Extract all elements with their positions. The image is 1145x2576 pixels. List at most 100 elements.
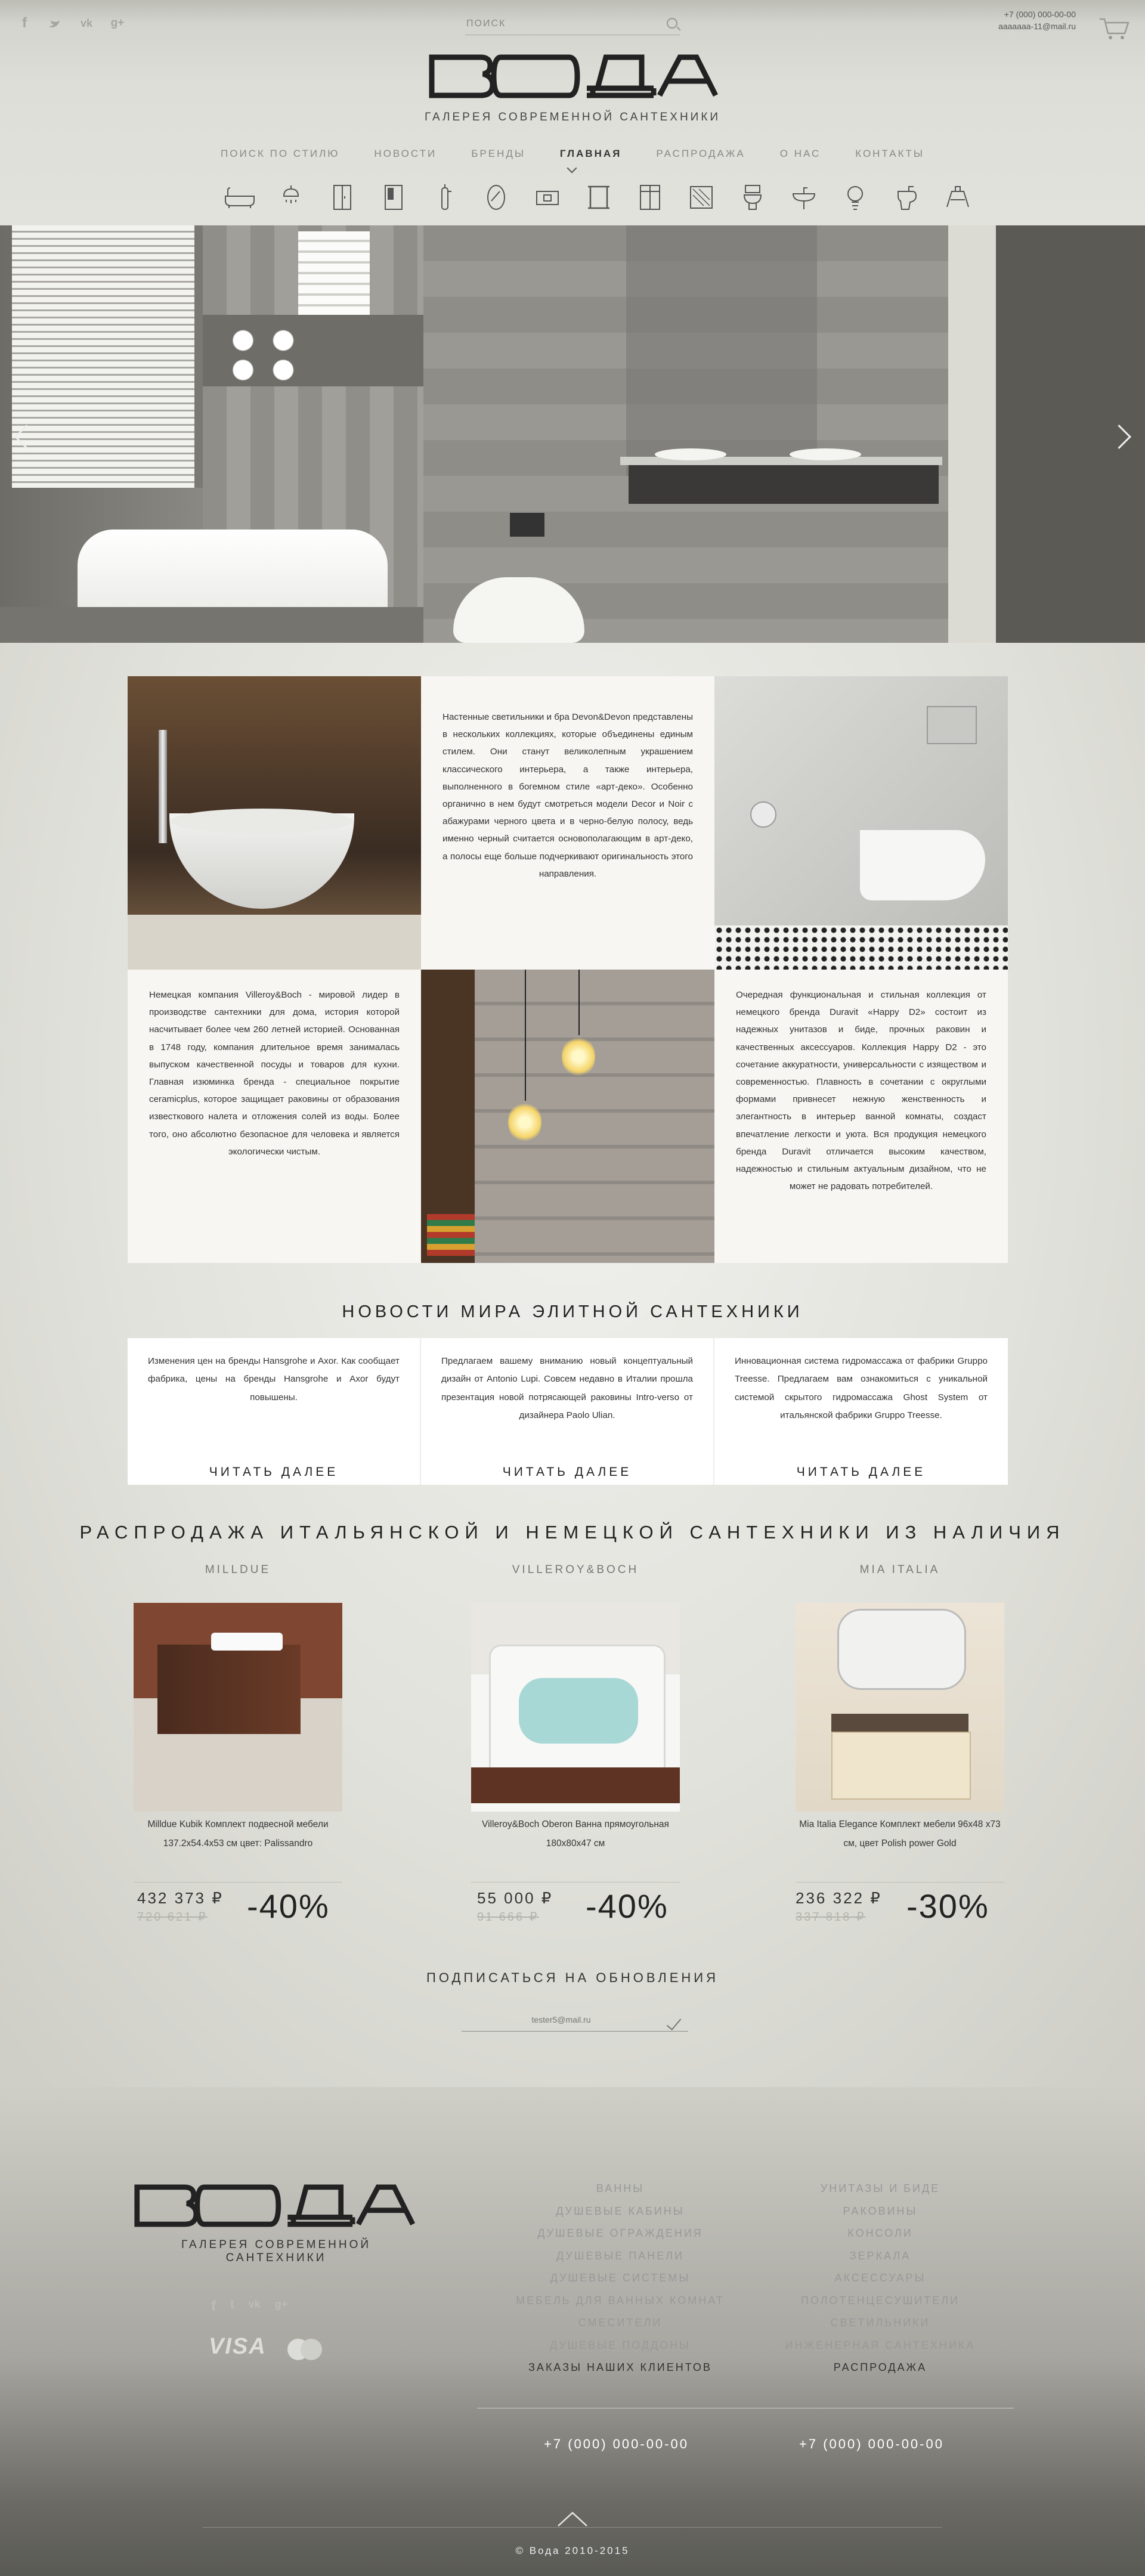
- shower-cabin-icon[interactable]: [323, 181, 361, 213]
- site-tagline: ГАЛЕРЕЯ СОВРЕМЕННОЙ САНТЕХНИКИ: [424, 111, 721, 123]
- footer-link[interactable]: ИНЖЕНЕРНАЯ САНТЕХНИКА: [761, 2334, 999, 2357]
- copyright: © Вода 2010-2015: [515, 2545, 630, 2556]
- hero-shower-glass: [626, 225, 817, 476]
- hero-slider[interactable]: [0, 225, 1145, 643]
- product-card[interactable]: Mia Italia Elegance Комплект мебели 96x4…: [796, 1603, 1004, 1853]
- footer-link[interactable]: ДУШЕВЫЕ ПАНЕЛИ: [501, 2245, 739, 2268]
- product-name[interactable]: Mia Italia Elegance Комплект мебели 96x4…: [796, 1815, 1004, 1853]
- mastercard-icon: [287, 2339, 322, 2360]
- twitter-icon[interactable]: [48, 16, 63, 31]
- footer-link[interactable]: ДУШЕВЫЕ ОГРАЖДЕНИЯ: [501, 2222, 739, 2245]
- footer-link[interactable]: РАКОВИНЫ: [761, 2200, 999, 2223]
- shower-tray-icon[interactable]: [682, 181, 720, 213]
- intro-text-duravit: Очередная функциональная и стильная колл…: [714, 970, 1008, 1263]
- lamp-icon[interactable]: [836, 181, 874, 213]
- footer-logo[interactable]: [132, 2182, 415, 2229]
- read-more-link[interactable]: ЧИТАТЬ ДАЛЕЕ: [128, 1463, 420, 1481]
- footer-link[interactable]: МЕБЕЛЬ ДЛЯ ВАННЫХ КОМНАТ: [501, 2290, 739, 2312]
- product-card[interactable]: Villeroy&Boch Oberon Ванна прямоугольная…: [471, 1603, 680, 1853]
- bath-screen-icon[interactable]: [580, 181, 618, 213]
- product-card[interactable]: Milldue Kubik Комплект подвесной мебели …: [134, 1603, 342, 1853]
- category-icons: [221, 181, 977, 213]
- twitter-icon[interactable]: t: [230, 2298, 234, 2315]
- news-item: Изменения цен на бренды Hansgrohe и Axor…: [128, 1338, 421, 1485]
- product-discount: -30%: [906, 1887, 989, 1925]
- tap-icon[interactable]: [426, 181, 464, 213]
- hero-window-blinds: [12, 225, 203, 488]
- read-more-link[interactable]: ЧИТАТЬ ДАЛЕЕ: [714, 1463, 1008, 1481]
- nav-about[interactable]: О НАС: [780, 148, 821, 160]
- intro-photo-toilet: [714, 676, 1008, 970]
- vk-icon[interactable]: vk: [79, 16, 94, 31]
- hero-flush-button: [510, 513, 544, 537]
- facebook-icon[interactable]: f: [211, 2298, 216, 2315]
- bidet-icon[interactable]: [887, 181, 926, 213]
- header-phone[interactable]: +7 (000) 000-00-00: [998, 8, 1076, 20]
- vk-icon[interactable]: vk: [249, 2298, 261, 2315]
- footer-link[interactable]: ДУШЕВЫЕ КАБИНЫ: [501, 2200, 739, 2223]
- news-list: Изменения цен на бренды Hansgrohe и Axor…: [128, 1338, 1008, 1485]
- search-icon[interactable]: [667, 18, 677, 29]
- footer-link[interactable]: ВАННЫ: [501, 2178, 739, 2200]
- header-email[interactable]: aaaaaaa-11@mail.ru: [998, 20, 1076, 32]
- footer-phone[interactable]: +7 (000) 000-00-00: [544, 2436, 689, 2452]
- footer-link-sale[interactable]: РАСПРОДАЖА: [761, 2357, 999, 2379]
- nav-brands[interactable]: БРЕНДЫ: [471, 148, 525, 160]
- price-divider: [796, 1882, 1004, 1883]
- news-item: Инновационная система гидромассажа от фа…: [714, 1338, 1008, 1485]
- google-plus-icon[interactable]: g+: [110, 16, 125, 31]
- footer-link[interactable]: КОНСОЛИ: [761, 2222, 999, 2245]
- footer-link[interactable]: ДУШЕВЫЕ СИСТЕМЫ: [501, 2267, 739, 2290]
- visa-icon: VISA: [209, 2334, 267, 2359]
- footer-link[interactable]: АКСЕССУАРЫ: [761, 2267, 999, 2290]
- accessories-icon[interactable]: [939, 181, 977, 213]
- product-image[interactable]: [796, 1603, 1004, 1812]
- nav-style-search[interactable]: ПОИСК ПО СТИЛЮ: [221, 148, 339, 160]
- shower-icon[interactable]: [272, 181, 310, 213]
- product-image[interactable]: [134, 1603, 342, 1812]
- facebook-icon[interactable]: f: [17, 16, 32, 31]
- nav-contacts[interactable]: КОНТАКТЫ: [855, 148, 924, 160]
- nav-home[interactable]: ГЛАВНАЯ: [560, 148, 621, 160]
- search-box: [465, 14, 680, 35]
- footer-tagline: ГАЛЕРЕЯ СОВРЕМЕННОЙ САНТЕХНИКИ: [181, 2238, 372, 2264]
- footer-link[interactable]: ЗЕРКАЛА: [761, 2245, 999, 2268]
- subscribe-title: ПОДПИСАТЬСЯ НА ОБНОВЛЕНИЯ: [426, 1970, 719, 1985]
- footer-social: f t vk g+: [211, 2298, 287, 2315]
- search-input[interactable]: [465, 14, 658, 33]
- hero-towels: [298, 231, 370, 315]
- footer-link[interactable]: СВЕТИЛЬНИКИ: [761, 2312, 999, 2334]
- product-brand: MIA ITALIA: [859, 1563, 940, 1576]
- read-more-link[interactable]: ЧИТАТЬ ДАЛЕЕ: [421, 1463, 713, 1481]
- nav-sale[interactable]: РАСПРОДАЖА: [656, 148, 745, 160]
- scroll-top-icon[interactable]: [555, 2509, 590, 2528]
- price-divider: [134, 1882, 342, 1883]
- washbasin-icon[interactable]: [785, 181, 823, 213]
- product-image[interactable]: [471, 1603, 680, 1812]
- site-logo[interactable]: [427, 52, 718, 100]
- product-name[interactable]: Villeroy&Boch Oberon Ванна прямоугольная…: [471, 1815, 680, 1853]
- mirror-icon[interactable]: [477, 181, 515, 213]
- social-links: f vk g+: [17, 16, 125, 31]
- bathtub-icon[interactable]: [221, 181, 259, 213]
- footer-link[interactable]: УНИТАЗЫ И БИДЕ: [761, 2178, 999, 2200]
- hero-sink-right: [790, 448, 861, 460]
- furniture-icon[interactable]: [631, 181, 669, 213]
- subscribe-email-input[interactable]: [462, 2010, 661, 2030]
- product-discount: -40%: [586, 1887, 669, 1925]
- footer-link[interactable]: СМЕСИТЕЛИ: [501, 2312, 739, 2334]
- footer-link[interactable]: ПОЛОТЕНЦЕСУШИТЕЛИ: [761, 2290, 999, 2312]
- nav-news[interactable]: НОВОСТИ: [374, 148, 437, 160]
- footer-phone[interactable]: +7 (000) 000-00-00: [799, 2436, 944, 2452]
- toilet-icon[interactable]: [734, 181, 772, 213]
- google-plus-icon[interactable]: g+: [275, 2298, 288, 2315]
- shower-partition-icon[interactable]: [375, 181, 413, 213]
- price-divider: [471, 1882, 680, 1883]
- footer-link[interactable]: ДУШЕВЫЕ ПОДДОНЫ: [501, 2334, 739, 2357]
- intro-photo-lamps: [421, 970, 714, 1263]
- product-name[interactable]: Milldue Kubik Комплект подвесной мебели …: [134, 1815, 342, 1853]
- footer-link-orders[interactable]: ЗАКАЗЫ НАШИХ КЛИЕНТОВ: [501, 2357, 739, 2379]
- intro-text-devon: Настенные светильники и бра Devon&Devon …: [421, 676, 714, 970]
- cart-icon[interactable]: [1098, 17, 1129, 41]
- shower-panel-icon[interactable]: [528, 181, 567, 213]
